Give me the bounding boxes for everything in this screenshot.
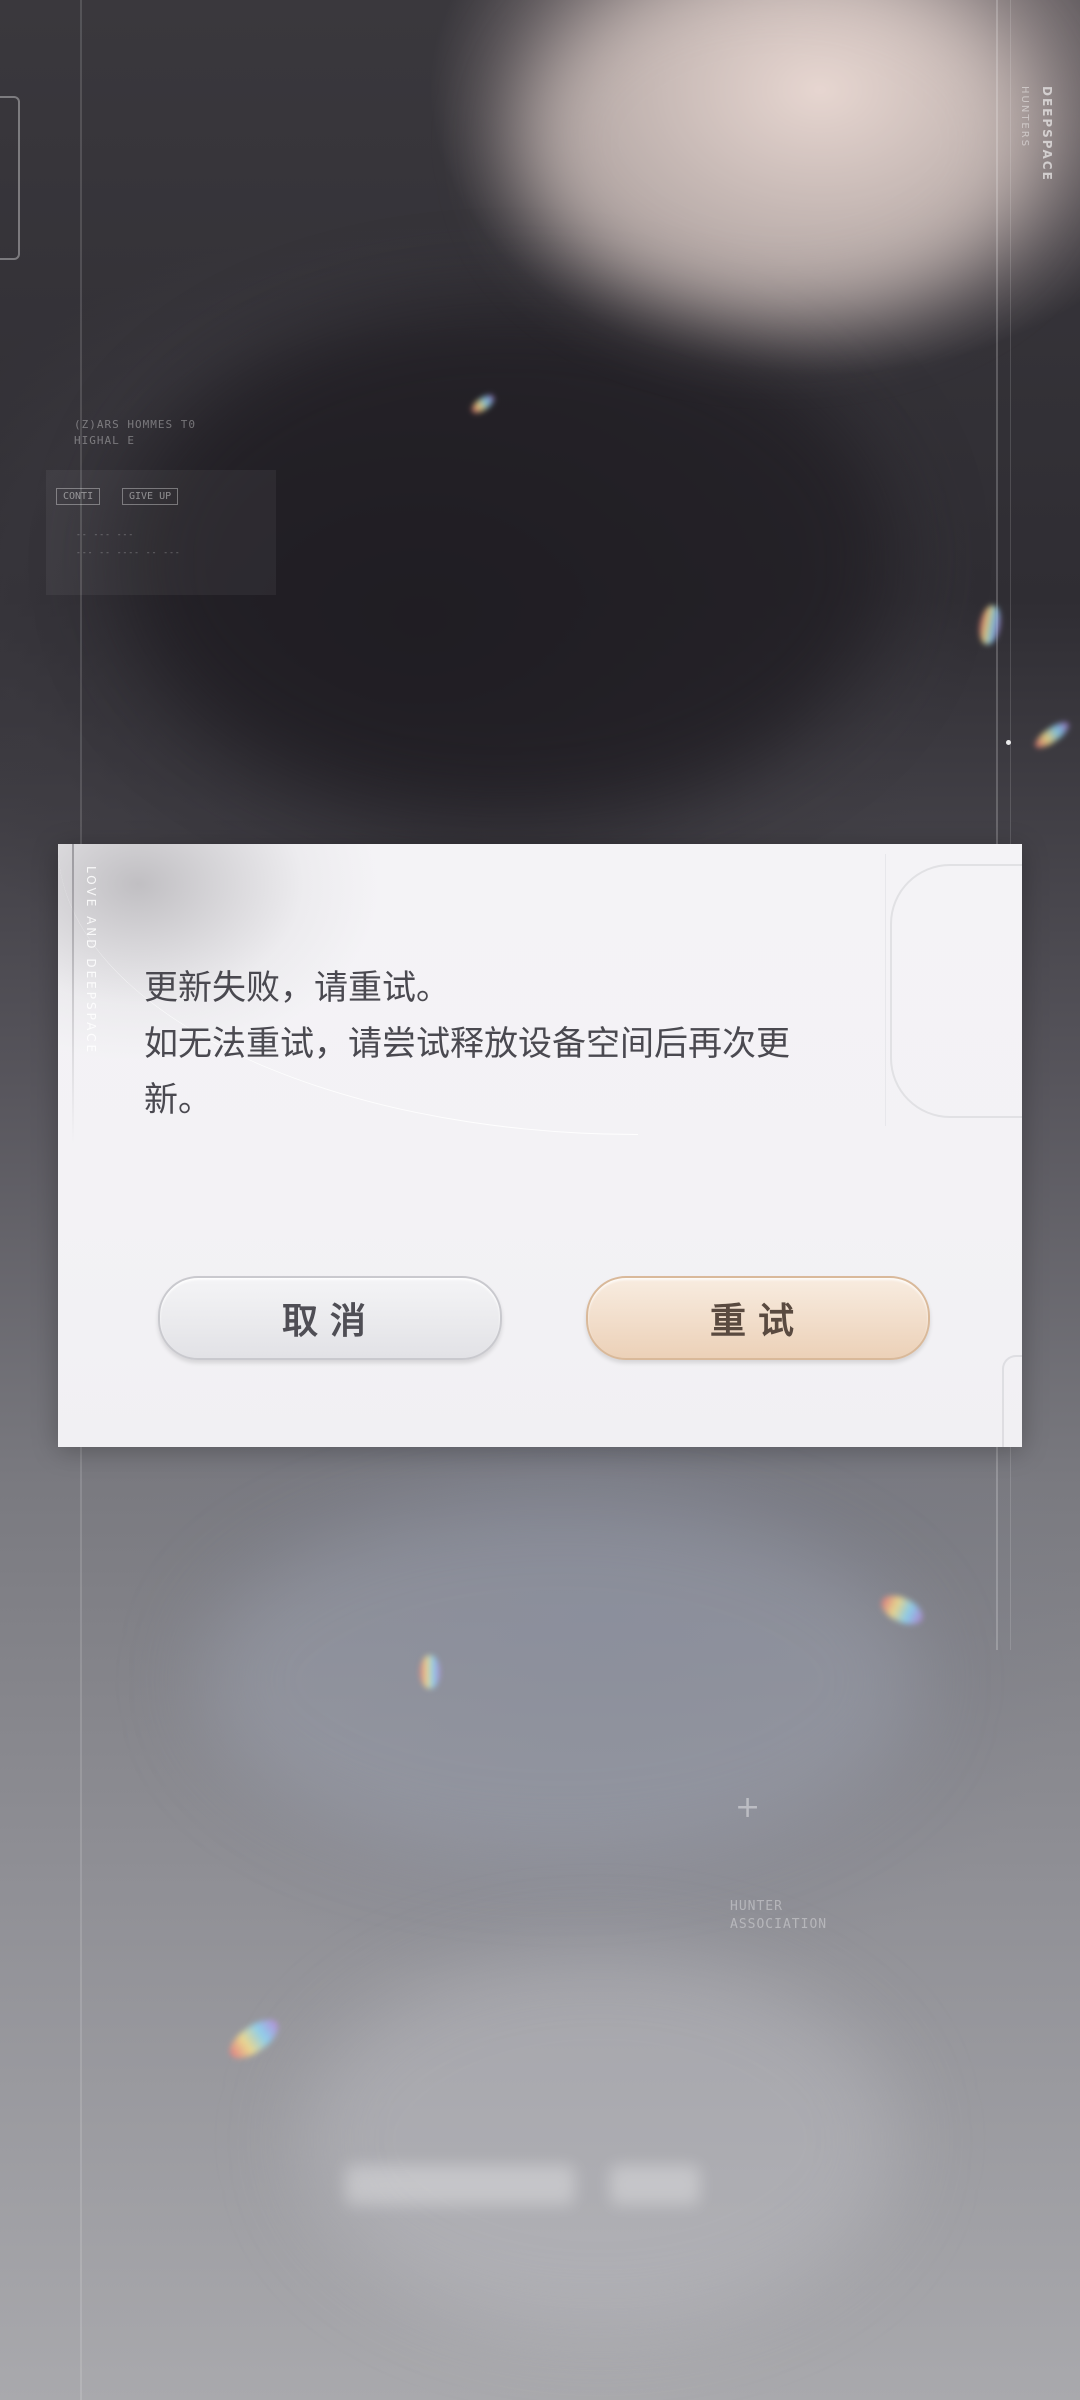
hud-tag-conti: CONTI xyxy=(56,488,101,505)
association-line-1: HUNTER xyxy=(730,1899,783,1914)
cancel-button[interactable]: 取消 xyxy=(158,1276,502,1360)
brand-vertical-text: DEEPSPACE xyxy=(1040,86,1054,182)
left-frame-bracket xyxy=(0,96,20,260)
background-lower-glow xyxy=(300,1950,900,2330)
hud-tag-give-up: GIVE UP xyxy=(122,488,179,505)
light-sparkle xyxy=(976,603,1004,647)
blurred-bottom-label xyxy=(345,2165,575,2205)
hud-line-1: (Z)ARS HOMMES T0 xyxy=(74,418,196,431)
message-line-2: 如无法重试，请尝试释放设备空间后再次更 xyxy=(144,1024,790,1064)
message-line-3: 新。 xyxy=(144,1080,212,1120)
dialog-side-line xyxy=(72,844,74,1144)
blurred-bottom-label xyxy=(610,2165,700,2205)
dialog-side-caption: LOVE AND DEEPSPACE xyxy=(84,866,98,1056)
update-failed-dialog: LOVE AND DEEPSPACE 更新失败，请重试。 如无法重试，请尝试释放… xyxy=(58,844,1022,1447)
background-hand-blur xyxy=(200,1500,920,1860)
light-dot xyxy=(1006,740,1011,745)
light-sparkle xyxy=(1031,717,1073,753)
retry-button[interactable]: 重试 xyxy=(586,1276,930,1360)
hud-panel-line-2: --- -- ---- -- --- xyxy=(76,548,181,557)
hud-panel-line-1: -- --- --- xyxy=(76,530,135,539)
game-update-screen: DEEPSPACE HUNTERS (Z)ARS HOMMES T0 HIGHA… xyxy=(0,0,1080,2400)
light-sparkle xyxy=(223,2012,285,2066)
dialog-message: 更新失败，请重试。 如无法重试，请尝试释放设备空间后再次更 新。 xyxy=(144,960,924,1128)
background-highlight xyxy=(520,0,1040,320)
association-text: HUNTER ASSOCIATION xyxy=(730,1898,827,1934)
plus-marker-icon: + xyxy=(735,1790,761,1825)
light-sparkle xyxy=(420,1655,440,1689)
dialog-corner-bracket xyxy=(1002,1355,1022,1447)
brand-vertical-subtext: HUNTERS xyxy=(1019,86,1030,149)
cancel-button-label: 取消 xyxy=(281,1300,378,1342)
hud-line-2: HIGHAL E xyxy=(74,434,135,447)
retry-button-label: 重试 xyxy=(709,1300,806,1342)
association-line-2: ASSOCIATION xyxy=(730,1917,828,1932)
message-line-1: 更新失败，请重试。 xyxy=(144,968,450,1008)
